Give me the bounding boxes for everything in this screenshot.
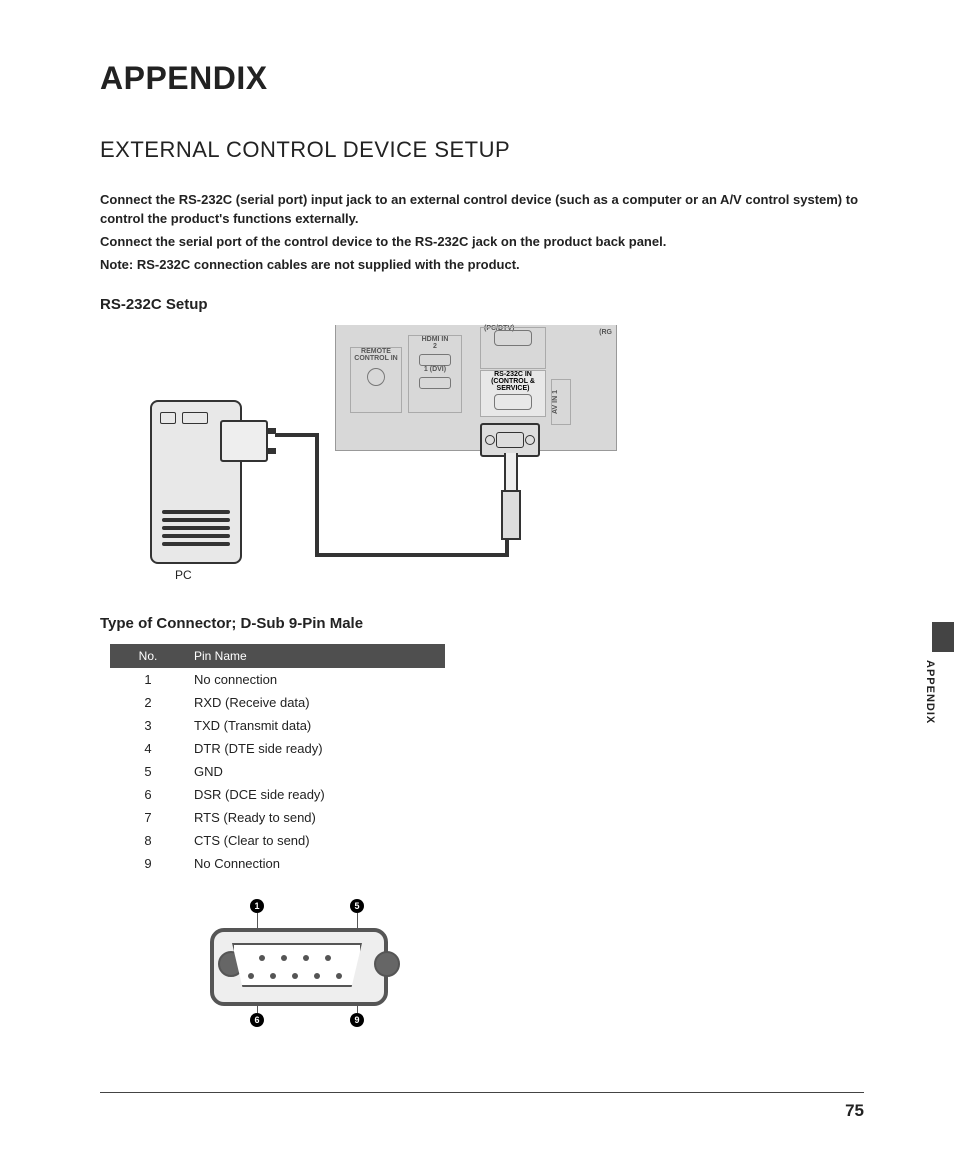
cable-tail-icon — [504, 453, 518, 495]
setup-diagram: PC (PC/DTV) (RG REMOTE CONTROL IN HDMI I… — [100, 325, 864, 585]
page-title: APPENDIX — [100, 60, 864, 97]
table-row: 6DSR (DCE side ready) — [110, 783, 445, 806]
pin-label-5: 5 — [350, 899, 364, 913]
table-row: 4DTR (DTE side ready) — [110, 737, 445, 760]
table-row: 5GND — [110, 760, 445, 783]
pin-label-1: 1 — [250, 899, 264, 913]
panel-hdmi1-label: 1 (DVI) — [409, 366, 461, 373]
intro-p1: Connect the RS-232C (serial port) input … — [100, 191, 864, 229]
pin-table: No. Pin Name 1No connection 2RXD (Receiv… — [110, 644, 445, 875]
intro-text: Connect the RS-232C (serial port) input … — [100, 191, 864, 274]
table-row: 1No connection — [110, 668, 445, 691]
rs232-setup-heading: RS-232C Setup — [100, 296, 864, 313]
db9-connector-diagram: 1 5 6 9 — [190, 893, 400, 1033]
panel-hdmi2-label: 2 — [409, 343, 461, 350]
table-row: 7RTS (Ready to send) — [110, 806, 445, 829]
cable-barrel2-icon — [501, 520, 521, 540]
panel-avin-label: AV IN 1 — [551, 379, 571, 425]
side-tab-marker — [932, 622, 954, 652]
table-head-pin: Pin Name — [186, 644, 445, 668]
db9-plug-icon — [480, 423, 540, 457]
cable-barrel-icon — [501, 490, 521, 524]
table-row: 8CTS (Clear to send) — [110, 829, 445, 852]
serial-plug-icon — [220, 420, 268, 462]
table-row: 2RXD (Receive data) — [110, 691, 445, 714]
section-heading: EXTERNAL CONTROL DEVICE SETUP — [100, 137, 864, 163]
panel-hdmi-label: HDMI IN — [409, 336, 461, 343]
side-section-label: APPENDIX — [924, 660, 936, 724]
panel-remote-label: REMOTE CONTROL IN — [351, 348, 401, 362]
pc-label: PC — [175, 568, 192, 582]
table-row: 3TXD (Transmit data) — [110, 714, 445, 737]
page-number: 75 — [845, 1101, 864, 1121]
panel-rs232-sub: (CONTROL & SERVICE) — [481, 378, 545, 392]
table-head-no: No. — [110, 644, 186, 668]
back-panel-icon: (PC/DTV) (RG REMOTE CONTROL IN HDMI IN 2… — [335, 325, 617, 451]
intro-p3: Note: RS-232C connection cables are not … — [100, 256, 864, 275]
pin-label-9: 9 — [350, 1013, 364, 1027]
table-row: 9No Connection — [110, 852, 445, 875]
pin-label-6: 6 — [250, 1013, 264, 1027]
connector-type-heading: Type of Connector; D-Sub 9-Pin Male — [100, 615, 864, 632]
panel-rs232-label: RS-232C IN — [481, 371, 545, 378]
intro-p2: Connect the serial port of the control d… — [100, 233, 864, 252]
panel-rg-label: (RG — [599, 329, 612, 336]
footer-divider — [100, 1092, 864, 1093]
